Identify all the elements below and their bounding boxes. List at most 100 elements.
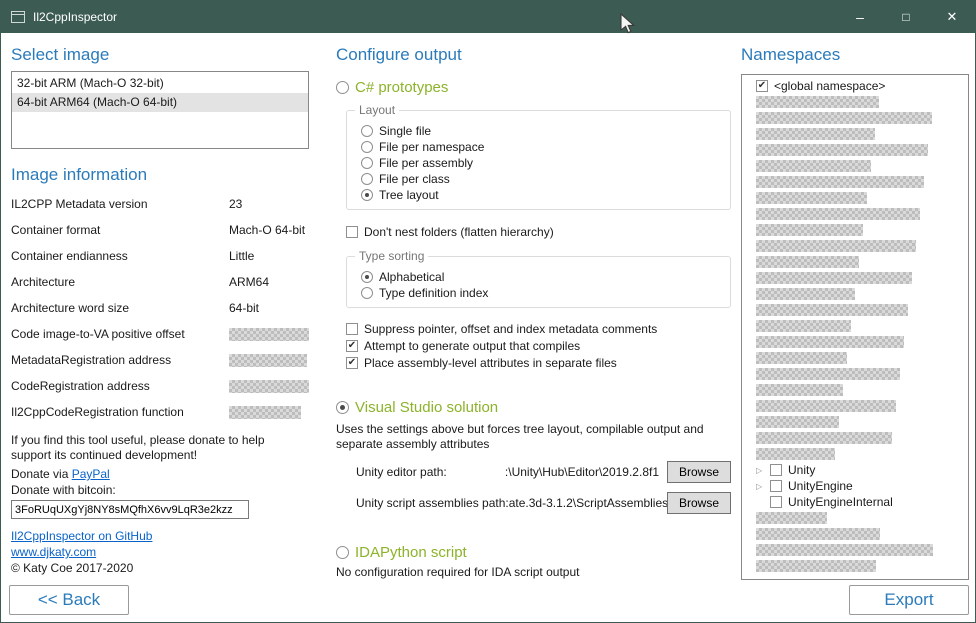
redacted-label xyxy=(756,448,835,460)
info-label: Il2CppCodeRegistration function xyxy=(11,405,229,419)
layout-option-single-file[interactable]: Single file xyxy=(361,123,722,138)
layout-option-file-per-class[interactable]: File per class xyxy=(361,171,722,186)
layout-group-title: Layout xyxy=(355,103,399,117)
website-link[interactable]: www.djkaty.com xyxy=(11,545,96,559)
redacted-label xyxy=(756,368,900,380)
csharp-prototypes-radio[interactable]: C# prototypes xyxy=(336,79,736,96)
idapython-script-radio[interactable]: IDAPython script xyxy=(336,544,736,561)
ida-description: No configuration required for IDA script… xyxy=(336,565,718,580)
titlebar: Il2CppInspector – □ ✕ xyxy=(1,1,975,33)
namespace-item[interactable]: ✔<global namespace> xyxy=(742,78,968,94)
namespace-item-redacted[interactable] xyxy=(742,366,968,382)
info-label: Architecture word size xyxy=(11,301,229,315)
namespace-item-redacted[interactable] xyxy=(742,430,968,446)
bitcoin-address-input[interactable] xyxy=(11,500,249,519)
namespace-item-redacted[interactable] xyxy=(742,318,968,334)
namespace-item-redacted[interactable] xyxy=(742,142,968,158)
image-listbox: 32-bit ARM (Mach-O 32-bit)64-bit ARM64 (… xyxy=(11,71,309,149)
info-row: CodeRegistration address xyxy=(11,373,309,399)
browse-button[interactable]: Browse xyxy=(667,492,731,514)
namespace-item-redacted[interactable] xyxy=(742,286,968,302)
namespace-item-redacted[interactable] xyxy=(742,558,968,574)
donate-via-line: Donate via PayPal xyxy=(11,467,309,481)
checkbox-icon xyxy=(770,480,782,492)
namespace-item-redacted[interactable] xyxy=(742,190,968,206)
field-label: Unity editor path: xyxy=(356,465,447,479)
namespace-item-redacted[interactable] xyxy=(742,254,968,270)
output-checkbox-2[interactable]: ✔Place assembly-level attributes in sepa… xyxy=(346,354,736,371)
namespace-item-redacted[interactable] xyxy=(742,206,968,222)
redacted-label xyxy=(756,528,880,540)
namespace-item-redacted[interactable] xyxy=(742,270,968,286)
redacted-value xyxy=(229,380,309,393)
sort-option-type-definition-index[interactable]: Type definition index xyxy=(361,285,722,300)
info-row: MetadataRegistration address xyxy=(11,347,309,373)
namespace-item-redacted[interactable] xyxy=(742,542,968,558)
select-image-panel: Select image 32-bit ARM (Mach-O 32-bit)6… xyxy=(11,39,309,575)
minimize-button[interactable]: – xyxy=(837,1,883,33)
redacted-label xyxy=(756,176,924,188)
namespace-item-redacted[interactable] xyxy=(742,446,968,462)
info-label: MetadataRegistration address xyxy=(11,353,229,367)
visual-studio-solution-radio[interactable]: Visual Studio solution xyxy=(336,399,736,416)
option-label: File per class xyxy=(379,172,450,186)
output-checkbox-1[interactable]: ✔Attempt to generate output that compile… xyxy=(346,337,736,354)
field-value: :\Unity\Hub\Editor\2019.2.8f1 xyxy=(447,465,667,479)
paypal-link[interactable]: PayPal xyxy=(72,467,110,481)
namespace-item-redacted[interactable] xyxy=(742,414,968,430)
redacted-label xyxy=(756,208,920,220)
namespace-item-redacted[interactable] xyxy=(742,526,968,542)
layout-option-tree-layout[interactable]: Tree layout xyxy=(361,187,722,202)
namespace-item-redacted[interactable] xyxy=(742,510,968,526)
namespace-item-redacted[interactable] xyxy=(742,110,968,126)
radio-icon xyxy=(361,271,373,283)
type-sorting-group: Type sorting AlphabeticalType definition… xyxy=(346,256,731,308)
namespace-item[interactable]: UnityEngineInternal xyxy=(742,494,968,510)
field-value: ate.3d-3.1.2\ScriptAssemblies xyxy=(509,496,667,510)
vs-description: Uses the settings above but forces tree … xyxy=(336,422,718,452)
namespace-label: UnityEngineInternal xyxy=(786,495,893,509)
namespace-item[interactable]: ▷UnityEngine xyxy=(742,478,968,494)
back-button[interactable]: << Back xyxy=(9,585,129,615)
namespace-item-redacted[interactable] xyxy=(742,398,968,414)
layout-option-file-per-assembly[interactable]: File per assembly xyxy=(361,155,722,170)
namespace-item[interactable]: ▷Unity xyxy=(742,462,968,478)
type-sorting-group-title: Type sorting xyxy=(355,249,428,263)
image-list-item[interactable]: 64-bit ARM64 (Mach-O 64-bit) xyxy=(12,93,308,112)
redacted-label xyxy=(756,416,839,428)
github-link[interactable]: Il2CppInspector on GitHub xyxy=(11,529,152,543)
vs-field-row: Unity script assemblies path:ate.3d-3.1.… xyxy=(356,492,731,514)
namespaces-listbox[interactable]: ✔<global namespace> ▷Unity▷UnityEngineUni… xyxy=(741,74,969,580)
namespace-item-redacted[interactable] xyxy=(742,302,968,318)
browse-button[interactable]: Browse xyxy=(667,461,731,483)
output-checkbox-0[interactable]: Suppress pointer, offset and index metad… xyxy=(346,320,736,337)
redacted-label xyxy=(756,544,933,556)
close-button[interactable]: ✕ xyxy=(929,1,975,33)
namespace-item-redacted[interactable] xyxy=(742,126,968,142)
redacted-label xyxy=(756,336,904,348)
namespace-item-redacted[interactable] xyxy=(742,222,968,238)
image-list-item[interactable]: 32-bit ARM (Mach-O 32-bit) xyxy=(12,74,308,93)
namespace-item-redacted[interactable] xyxy=(742,94,968,110)
layout-option-file-per-namespace[interactable]: File per namespace xyxy=(361,139,722,154)
configure-output-panel: Configure output C# prototypes Layout Si… xyxy=(336,39,736,580)
namespace-item-redacted[interactable] xyxy=(742,382,968,398)
flatten-checkbox[interactable]: Don't nest folders (flatten hierarchy) xyxy=(346,223,736,240)
export-button[interactable]: Export xyxy=(849,585,969,615)
namespace-item-redacted[interactable] xyxy=(742,174,968,190)
maximize-button[interactable]: □ xyxy=(883,1,929,33)
configure-output-heading: Configure output xyxy=(336,45,736,65)
expander-icon[interactable]: ▷ xyxy=(756,482,766,491)
namespace-item-redacted[interactable] xyxy=(742,350,968,366)
namespace-item-redacted[interactable] xyxy=(742,158,968,174)
copyright-text: © Katy Coe 2017-2020 xyxy=(11,561,309,575)
namespace-item-redacted[interactable] xyxy=(742,334,968,350)
expander-icon[interactable]: ▷ xyxy=(756,466,766,475)
checkbox-icon: ✔ xyxy=(756,80,768,92)
redacted-label xyxy=(756,112,932,124)
checkbox-icon: ✔ xyxy=(346,340,358,352)
sort-option-alphabetical[interactable]: Alphabetical xyxy=(361,269,722,284)
namespace-item-redacted[interactable] xyxy=(742,238,968,254)
info-label: CodeRegistration address xyxy=(11,379,229,393)
namespaces-heading: Namespaces xyxy=(741,45,969,65)
